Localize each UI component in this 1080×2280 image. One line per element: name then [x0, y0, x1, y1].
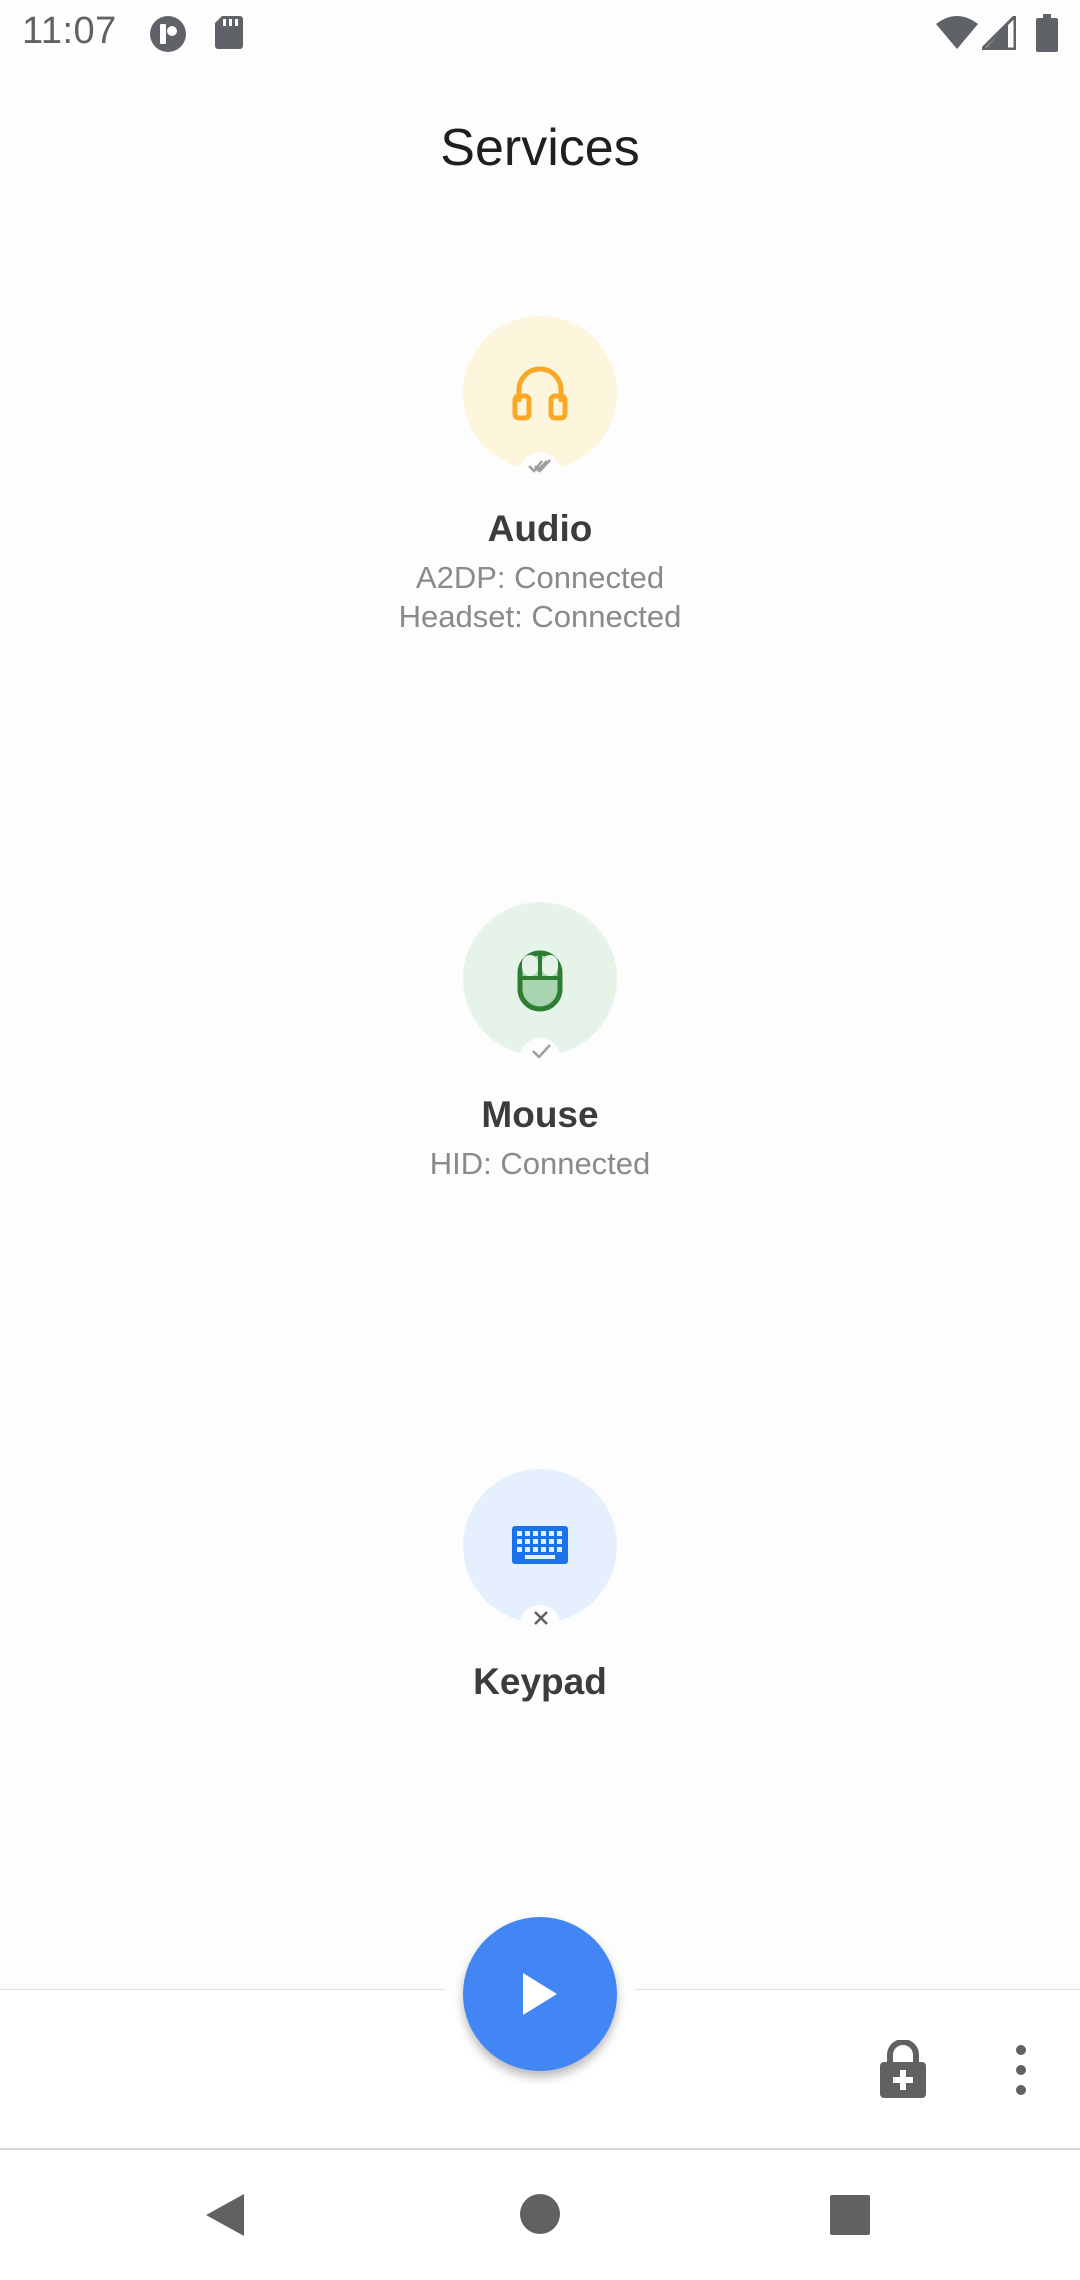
- battery-icon: [1036, 14, 1058, 57]
- cellular-signal-icon: [978, 12, 1017, 55]
- service-name: Keypad: [473, 1661, 607, 1702]
- close-icon: [534, 1611, 548, 1625]
- status-bar: 11:07: [0, 0, 1080, 66]
- check-icon: [532, 1044, 551, 1059]
- home-button[interactable]: [518, 2192, 562, 2241]
- back-icon: [206, 2194, 244, 2236]
- lock-add-icon: [880, 2039, 926, 2098]
- recents-button[interactable]: [829, 2194, 871, 2241]
- status-time: 11:07: [22, 10, 117, 52]
- service-keypad[interactable]: Keypad: [290, 1469, 790, 1709]
- mouse-icon-circle[interactable]: [463, 902, 617, 1056]
- system-nav-bar: [0, 2150, 1080, 2280]
- more-options-button[interactable]: [1006, 2042, 1036, 2098]
- play-icon: [523, 1973, 557, 2015]
- headset-icon: [512, 366, 568, 421]
- service-mouse[interactable]: Mouse HID: Connected: [290, 902, 790, 1192]
- service-name: Mouse: [481, 1094, 599, 1135]
- keypad-icon-circle[interactable]: [463, 1469, 617, 1623]
- service-status-line: HID: Connected: [429, 1146, 651, 1181]
- mouse-icon: [517, 950, 563, 1012]
- sd-card-icon: [214, 14, 244, 55]
- keyboard-icon: [512, 1526, 568, 1564]
- services-screen: 11:07 Services Audio A2DP: Connected Hea…: [0, 0, 1080, 2280]
- double-check-icon: [528, 459, 551, 473]
- service-audio[interactable]: Audio A2DP: Connected Headset: Connected: [290, 316, 790, 646]
- app-notification-icon: [148, 14, 188, 59]
- back-button[interactable]: [204, 2192, 246, 2243]
- audio-icon-circle[interactable]: [463, 316, 617, 470]
- more-vert-icon: [1016, 2045, 1026, 2095]
- recents-icon: [830, 2195, 870, 2235]
- play-button[interactable]: [463, 1917, 617, 2071]
- service-status-line: Headset: Connected: [398, 599, 682, 634]
- wifi-icon: [936, 16, 978, 55]
- page-title: Services: [440, 119, 640, 177]
- service-name: Audio: [487, 508, 593, 549]
- lock-add-button[interactable]: [876, 2039, 930, 2100]
- home-icon: [520, 2194, 560, 2234]
- service-status-line: A2DP: Connected: [415, 560, 665, 595]
